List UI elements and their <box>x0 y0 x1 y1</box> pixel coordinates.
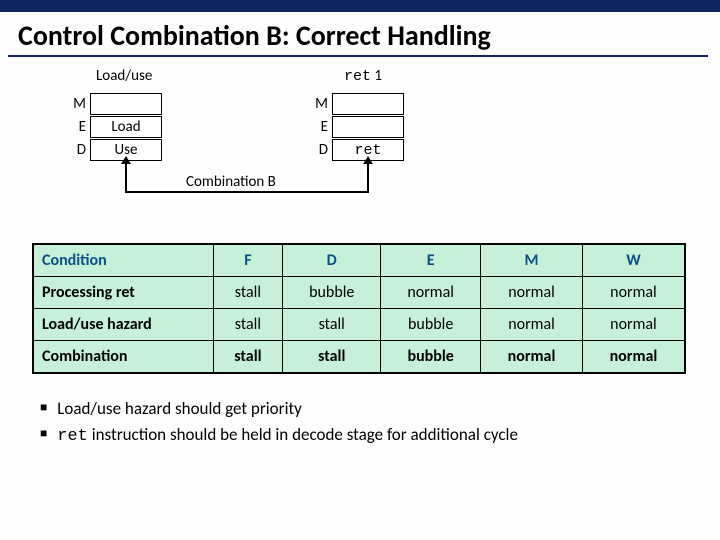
right-stage-d: D <box>310 141 328 159</box>
table-row: Combination stall stall bubble normal no… <box>33 341 685 374</box>
right-stage-m: M <box>310 95 328 113</box>
header-d: D <box>283 244 381 277</box>
cell: normal <box>481 309 583 341</box>
cell: normal <box>481 277 583 309</box>
cell: bubble <box>283 277 381 309</box>
cell: stall <box>283 309 381 341</box>
cell-condition: Load/use hazard <box>33 309 213 341</box>
bullet-square-icon: ■ <box>40 422 47 450</box>
header-f: F <box>213 244 283 277</box>
cell-condition: Processing ret <box>33 277 213 309</box>
cell: normal <box>481 341 583 374</box>
slide-top-bar <box>0 0 720 12</box>
ret-suffix: 1 <box>371 67 382 85</box>
table-row: Processing ret stall bubble normal norma… <box>33 277 685 309</box>
pipeline-diagrams: Load/use ret 1 M E D Load Use M E D ret … <box>0 63 720 243</box>
left-stage-m: M <box>68 95 86 113</box>
cell-condition: Combination <box>33 341 213 374</box>
header-m: M <box>481 244 583 277</box>
cell: stall <box>213 341 283 374</box>
right-diagram-heading: ret 1 <box>344 67 382 85</box>
cell: normal <box>381 277 481 309</box>
cell: normal <box>582 309 685 341</box>
cell: stall <box>213 309 283 341</box>
header-e: E <box>381 244 481 277</box>
bullet-rest: instruction should be held in decode sta… <box>88 424 518 445</box>
hazard-table: Condition F D E M W Processing ret stall… <box>32 243 686 374</box>
bullet-item: ■ ret instruction should be held in deco… <box>40 422 720 450</box>
cell: bubble <box>381 341 481 374</box>
cell: stall <box>283 341 381 374</box>
left-m-box <box>90 93 162 115</box>
bullet-list: ■ Load/use hazard should get priority ■ … <box>40 396 720 451</box>
cell: normal <box>582 277 685 309</box>
cell: normal <box>582 341 685 374</box>
bullet-square-icon: ■ <box>40 396 47 422</box>
ret-code: ret <box>57 427 88 446</box>
cell: bubble <box>381 309 481 341</box>
right-m-box <box>332 93 404 115</box>
left-arrow <box>125 163 127 191</box>
right-e-box <box>332 116 404 138</box>
left-diagram-heading: Load/use <box>96 67 152 85</box>
right-arrow <box>367 163 369 191</box>
table-row: Load/use hazard stall stall bubble norma… <box>33 309 685 341</box>
bullet-text: ret instruction should be held in decode… <box>57 422 518 450</box>
bullet-item: ■ Load/use hazard should get priority <box>40 396 720 422</box>
ret-text: ret <box>344 68 371 85</box>
left-stage-e: E <box>68 118 86 136</box>
header-w: W <box>582 244 685 277</box>
right-stage-e: E <box>310 118 328 136</box>
combination-b-label: Combination B <box>186 173 276 191</box>
arrow-connector <box>125 191 369 193</box>
left-e-box: Load <box>90 116 162 138</box>
cell: stall <box>213 277 283 309</box>
table-header-row: Condition F D E M W <box>33 244 685 277</box>
slide-title: Control Combination B: Correct Handling <box>18 18 720 53</box>
left-stage-d: D <box>68 141 86 159</box>
title-underline <box>8 55 708 57</box>
header-condition: Condition <box>33 244 213 277</box>
bullet-text: Load/use hazard should get priority <box>57 396 302 422</box>
